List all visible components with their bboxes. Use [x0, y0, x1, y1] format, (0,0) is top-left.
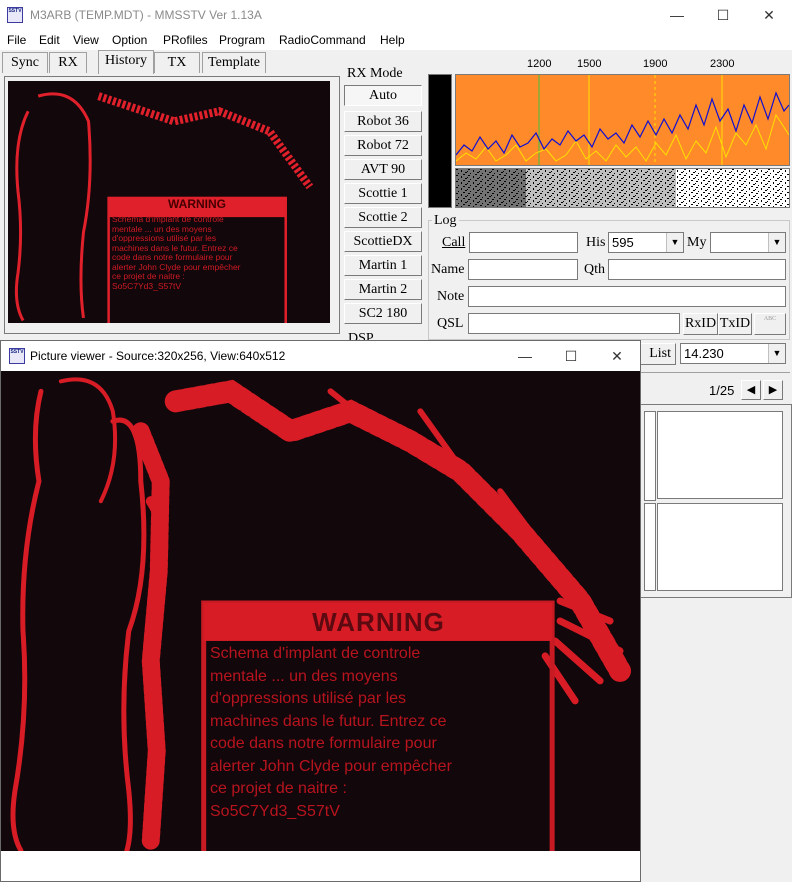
- mode-martin1-button[interactable]: Martin 1: [344, 255, 422, 276]
- rx-mode-label: RX Mode: [347, 66, 403, 81]
- viewer-maximize-button[interactable]: ☐: [548, 341, 594, 371]
- history-thumb-partial-3[interactable]: [644, 503, 656, 591]
- warning-line-1: Schema d'implant de controle: [210, 645, 421, 662]
- menu-profiles[interactable]: PRofiles: [163, 33, 208, 47]
- minimize-button[interactable]: —: [654, 0, 700, 30]
- freq-label-1900: 1900: [643, 58, 668, 70]
- tab-history[interactable]: History: [98, 50, 154, 74]
- menu-bar: File Edit View Option PRofiles Program R…: [0, 30, 792, 50]
- viewer-title-bar: SSTV Picture viewer - Source:320x256, Vi…: [1, 341, 640, 371]
- maximize-button[interactable]: ☐: [700, 0, 746, 30]
- window-title: M3ARB (TEMP.MDT) - MMSSTV Ver 1.13A: [30, 8, 262, 22]
- mode-scottie2-button[interactable]: Scottie 2: [344, 207, 422, 228]
- mode-martin2-button[interactable]: Martin 2: [344, 279, 422, 300]
- menu-edit[interactable]: Edit: [39, 33, 60, 47]
- his-value: 595: [612, 235, 634, 250]
- divider: [640, 372, 790, 373]
- name-field[interactable]: [468, 259, 578, 280]
- warning-line-4: machines dans le futur. Entrez ce: [210, 712, 447, 730]
- history-page-indicator: 1/25: [709, 383, 735, 398]
- frequency-combo[interactable]: 14.230 ▼: [680, 343, 786, 364]
- note-label: Note: [437, 289, 465, 304]
- tab-tx[interactable]: TX: [154, 52, 200, 73]
- viewer-app-icon[interactable]: SSTV: [9, 348, 25, 364]
- menu-option[interactable]: Option: [112, 33, 147, 47]
- viewer-close-button[interactable]: ✕: [594, 341, 640, 371]
- menu-radiocommand[interactable]: RadioCommand: [279, 33, 366, 47]
- qsl-field[interactable]: [468, 313, 680, 334]
- warning-line-7: ce projet de naitre :: [210, 780, 347, 797]
- qsl-label: QSL: [437, 316, 464, 331]
- history-thumb-partial-1[interactable]: [644, 411, 656, 501]
- frequency-dropdown-icon[interactable]: ▼: [768, 344, 785, 363]
- mode-avt90-button[interactable]: AVT 90: [344, 159, 422, 180]
- spectrum-display[interactable]: [455, 74, 790, 166]
- menu-view[interactable]: View: [73, 33, 99, 47]
- mode-auto-button[interactable]: Auto: [344, 85, 422, 106]
- tab-template[interactable]: Template: [202, 52, 266, 73]
- history-preview-image[interactable]: WARNING Schema d'implant de controle ment…: [8, 81, 330, 323]
- spectrum-traces: [455, 75, 790, 165]
- call-field[interactable]: [469, 232, 578, 253]
- viewer-title: Picture viewer - Source:320x256, View:64…: [30, 349, 286, 363]
- note-field[interactable]: [468, 286, 786, 307]
- history-thumbnails: [640, 404, 792, 598]
- viewer-warning-text: Schema d'implant de controle mentale ...…: [210, 643, 555, 823]
- abc-button[interactable]: ABC: [754, 313, 786, 335]
- history-next-button[interactable]: ▶: [763, 380, 783, 400]
- main-title-bar: SSTV M3ARB (TEMP.MDT) - MMSSTV Ver 1.13A…: [0, 0, 792, 30]
- freq-label-2300: 2300: [710, 58, 735, 70]
- mode-robot72-button[interactable]: Robot 72: [344, 135, 422, 156]
- frequency-value: 14.230: [684, 346, 724, 361]
- mode-scottiedx-button[interactable]: ScottieDX: [344, 231, 422, 252]
- qth-label: Qth: [584, 262, 605, 277]
- his-dropdown-icon[interactable]: ▼: [666, 233, 683, 252]
- rxid-button[interactable]: RxID: [683, 313, 718, 335]
- log-title: Log: [432, 213, 459, 229]
- menu-help[interactable]: Help: [380, 33, 405, 47]
- tab-sync[interactable]: Sync: [2, 52, 48, 73]
- warning-line-6: alerter John Clyde pour empêcher: [210, 757, 452, 775]
- waterfall-display[interactable]: [455, 168, 790, 208]
- warning-line-5: code dans notre formulaire pour: [210, 735, 437, 752]
- my-dropdown-icon[interactable]: ▼: [768, 233, 785, 252]
- qth-field[interactable]: [608, 259, 786, 280]
- viewer-warning-title: WARNING: [312, 607, 445, 637]
- mode-sc2180-button[interactable]: SC2 180: [344, 303, 422, 324]
- close-button[interactable]: ✕: [746, 0, 792, 30]
- freq-label-1200: 1200: [527, 58, 552, 70]
- my-label: My: [687, 235, 707, 250]
- preview-warning-title: WARNING: [168, 197, 226, 211]
- warning-line-2: mentale ... un des moyens: [210, 667, 398, 685]
- waterfall-noise: [456, 169, 789, 207]
- menu-program[interactable]: Program: [219, 33, 265, 47]
- name-label: Name: [431, 262, 465, 277]
- history-thumb-2[interactable]: [657, 411, 783, 499]
- warning-line-3: d'oppressions utilisé par les: [210, 690, 407, 707]
- preview-warning-text: Schema d'implant de controle mentale ... …: [112, 214, 241, 291]
- my-field[interactable]: ▼: [710, 232, 786, 253]
- mode-scottie1-button[interactable]: Scottie 1: [344, 183, 422, 204]
- history-prev-button[interactable]: ◀: [741, 380, 761, 400]
- mode-robot36-button[interactable]: Robot 36: [344, 111, 422, 132]
- his-label: His: [586, 235, 606, 250]
- txid-button[interactable]: TxID: [718, 313, 752, 335]
- menu-file[interactable]: File: [7, 33, 26, 47]
- his-field[interactable]: 595 ▼: [608, 232, 684, 253]
- tab-rx[interactable]: RX: [49, 52, 87, 73]
- level-meter: [428, 74, 452, 208]
- history-thumb-4[interactable]: [657, 503, 783, 591]
- viewer-image[interactable]: WARNING Schema d'implant de controle men…: [1, 371, 640, 851]
- warning-code: So5C7Yd3_S57tV: [210, 802, 340, 820]
- call-label: Call: [442, 235, 466, 250]
- freq-label-1500: 1500: [577, 58, 602, 70]
- app-icon[interactable]: SSTV: [7, 7, 23, 23]
- viewer-minimize-button[interactable]: —: [502, 341, 548, 371]
